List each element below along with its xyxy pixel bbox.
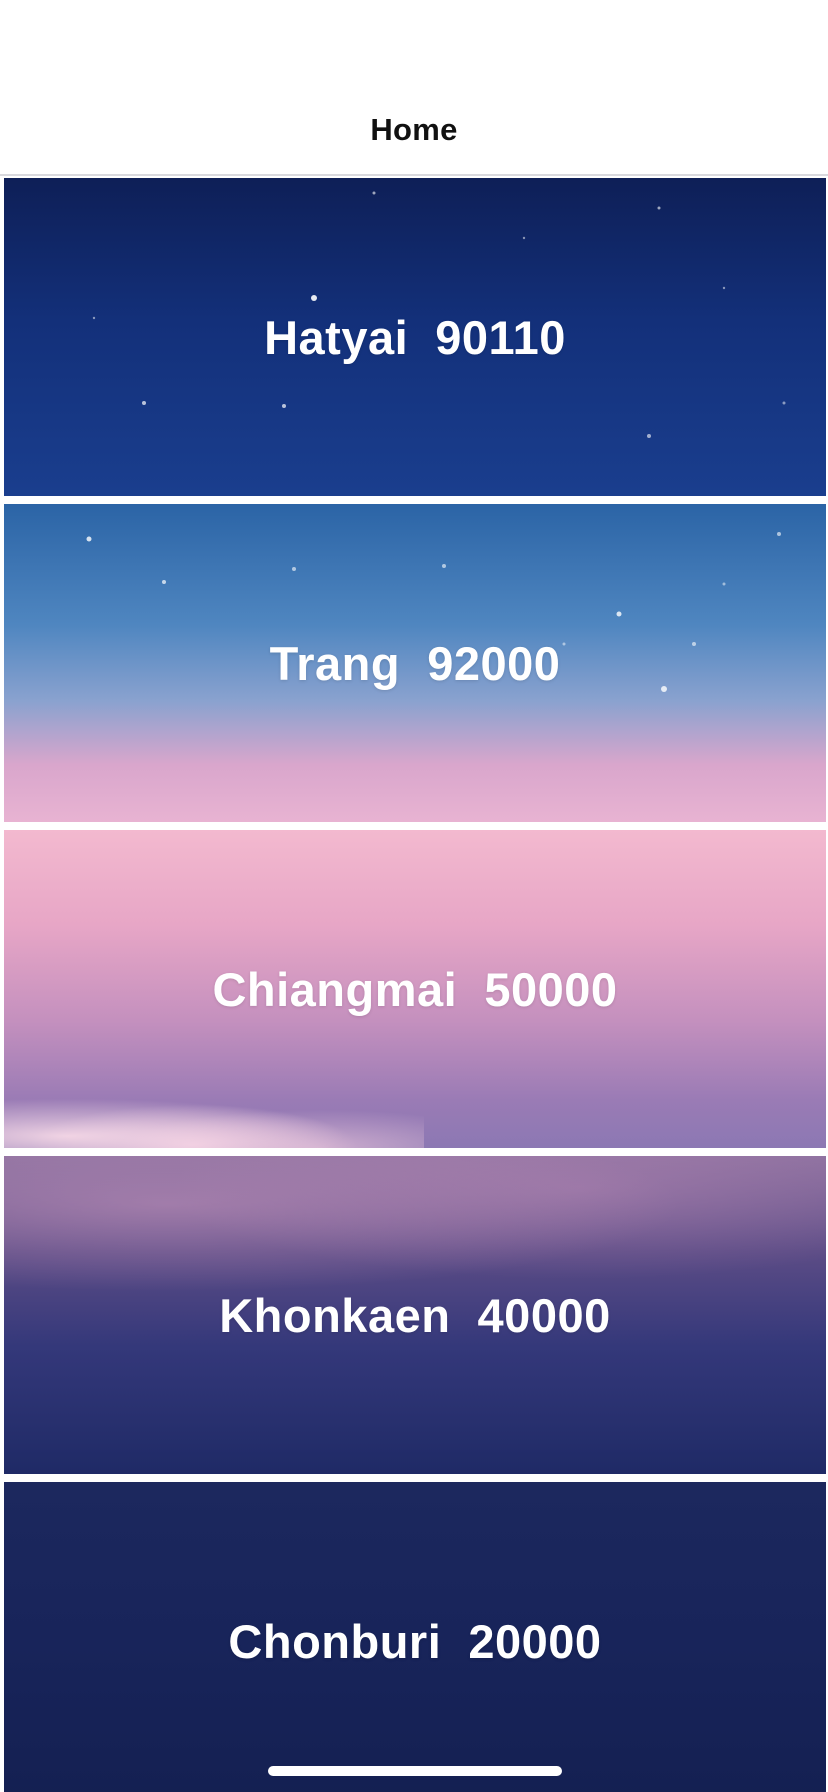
city-card-khonkaen[interactable]: Khonkaen 40000 [4, 1156, 826, 1474]
city-card-label: Khonkaen 40000 [219, 1288, 611, 1342]
city-card-trang[interactable]: Trang 92000 [4, 504, 826, 822]
city-card-hatyai[interactable]: Hatyai 90110 [4, 178, 826, 496]
home-indicator[interactable] [268, 1766, 562, 1776]
navigation-bar: Home [0, 0, 828, 176]
city-card-label: Chiangmai 50000 [212, 962, 618, 1016]
city-card-label: Hatyai 90110 [264, 310, 566, 364]
home-screen: Home Hatyai 90110 Trang 92000 Chiangmai … [0, 0, 828, 1792]
city-list[interactable]: Hatyai 90110 Trang 92000 Chiangmai 50000 [0, 178, 828, 1792]
city-card-chonburi[interactable]: Chonburi 20000 [4, 1482, 826, 1792]
city-card-label: Chonburi 20000 [228, 1614, 602, 1668]
clouds-background [4, 1088, 424, 1148]
page-title: Home [370, 112, 458, 147]
city-card-chiangmai[interactable]: Chiangmai 50000 [4, 830, 826, 1148]
city-card-label: Trang 92000 [269, 636, 561, 690]
